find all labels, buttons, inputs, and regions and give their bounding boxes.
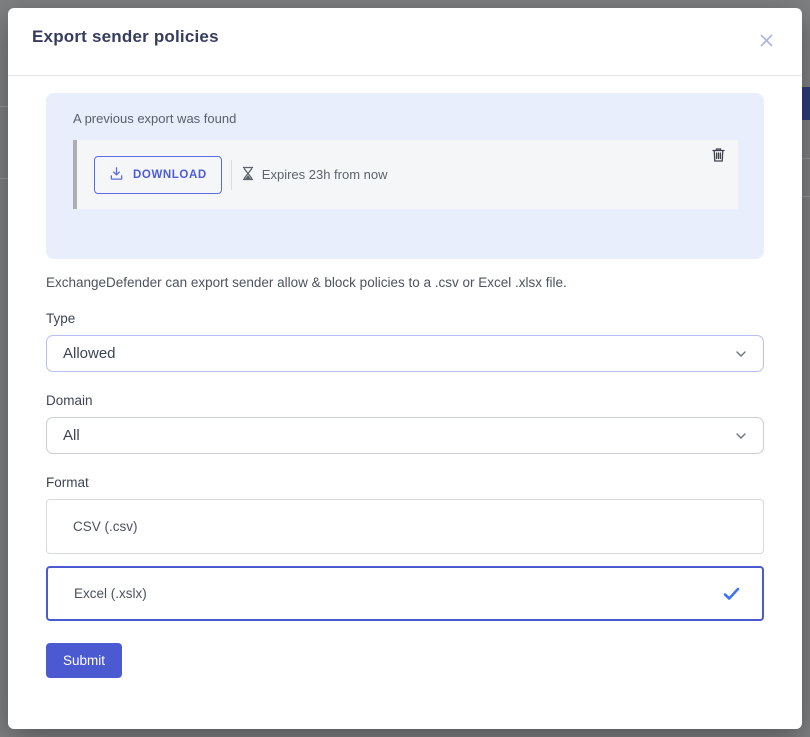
checkmark-icon <box>723 587 740 601</box>
background-fragment <box>802 158 810 159</box>
chevron-down-icon <box>735 432 747 440</box>
export-sender-policies-modal: Export sender policies A previous export… <box>8 8 802 729</box>
previous-export-info-box: A previous export was found DOWNLOAD <box>46 93 764 259</box>
domain-label: Domain <box>46 393 764 408</box>
type-select[interactable]: Allowed <box>46 335 764 372</box>
format-option-excel[interactable]: Excel (.xslx) <box>46 566 764 621</box>
expires-info: Expires 23h from now <box>241 166 388 184</box>
modal-title: Export sender policies <box>32 27 219 47</box>
download-icon <box>109 166 124 184</box>
format-label: Format <box>46 475 764 490</box>
download-button[interactable]: DOWNLOAD <box>94 156 222 194</box>
previous-export-panel: DOWNLOAD Expires 23h from now <box>73 140 738 209</box>
previous-export-message: A previous export was found <box>73 111 738 126</box>
background-fragment <box>0 178 8 179</box>
trash-icon <box>711 151 726 166</box>
delete-export-button[interactable] <box>711 147 726 163</box>
chevron-down-icon <box>735 350 747 358</box>
format-option-label: CSV (.csv) <box>73 519 138 534</box>
background-fragment <box>802 87 810 120</box>
background-fragment <box>802 196 810 197</box>
domain-select[interactable]: All <box>46 417 764 454</box>
expires-text: Expires 23h from now <box>262 167 388 182</box>
submit-button[interactable]: Submit <box>46 643 122 678</box>
domain-select-value: All <box>63 427 80 444</box>
modal-header: Export sender policies <box>8 8 802 76</box>
close-icon <box>759 33 774 52</box>
type-label: Type <box>46 311 764 326</box>
type-select-value: Allowed <box>63 345 116 362</box>
hourglass-icon <box>241 166 255 184</box>
export-description: ExchangeDefender can export sender allow… <box>46 275 764 290</box>
modal-body: A previous export was found DOWNLOAD <box>8 76 802 678</box>
format-option-label: Excel (.xslx) <box>74 586 147 601</box>
close-button[interactable] <box>755 29 778 55</box>
vertical-divider <box>231 160 232 190</box>
download-label: DOWNLOAD <box>133 169 207 181</box>
background-fragment <box>0 106 8 107</box>
format-option-csv[interactable]: CSV (.csv) <box>46 499 764 554</box>
